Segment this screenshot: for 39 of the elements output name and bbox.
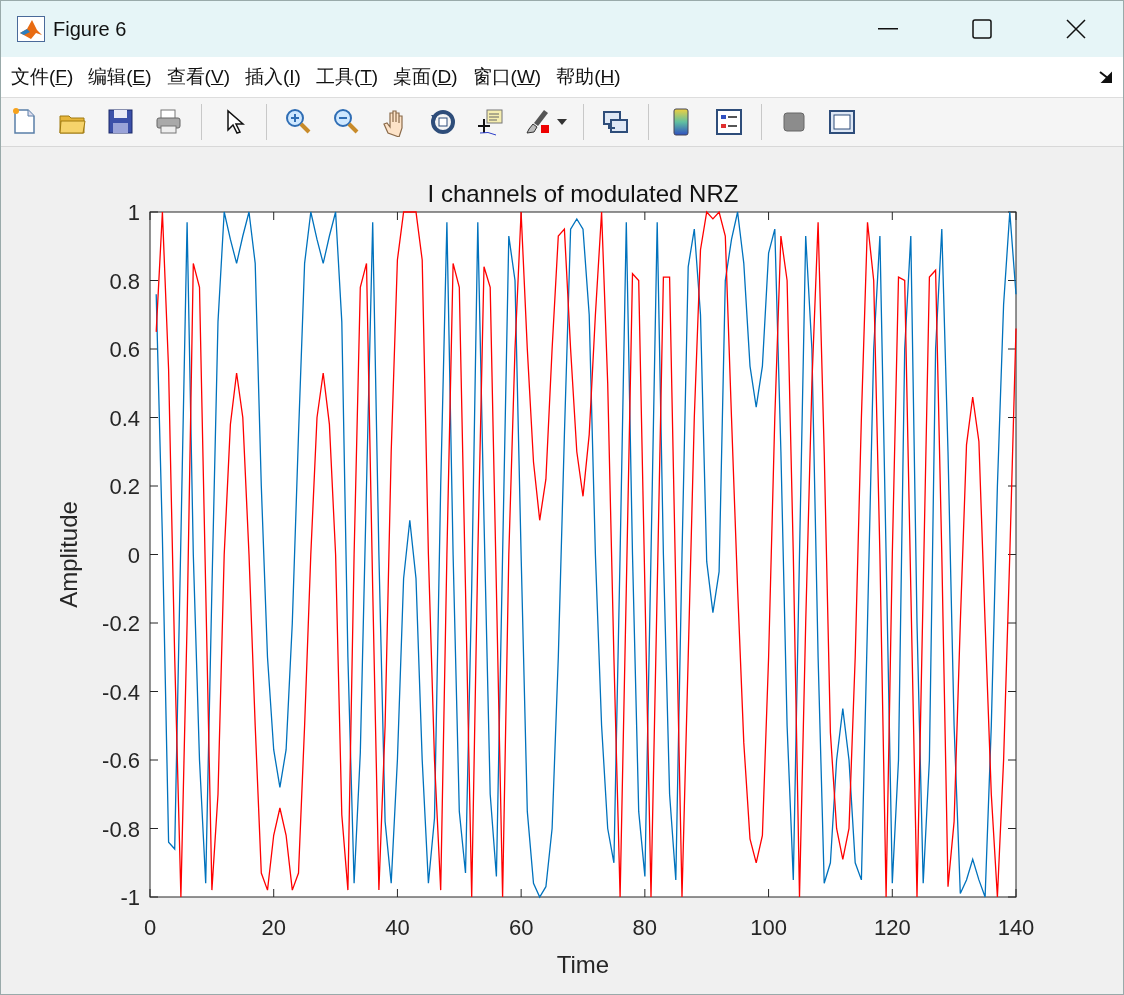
tick-label: -0.4 (102, 679, 140, 705)
maximize-icon (972, 19, 992, 39)
tick-label: 0 (127, 542, 140, 568)
close-icon (1066, 19, 1086, 39)
menu-item[interactable]: 窗口(W) (472, 64, 542, 91)
tick-label: 1 (127, 200, 140, 225)
menu-item[interactable]: 文件(F) (11, 64, 74, 91)
tick-label: 120 (873, 915, 911, 940)
tick-label: -0.2 (102, 611, 140, 636)
chart-title: I channels of modulated NRZ (427, 180, 739, 207)
app-logo-icon (17, 16, 45, 42)
tick-label: 0.4 (109, 405, 140, 431)
tick-label: -0.8 (102, 816, 140, 842)
axis-label: Amplitude (55, 501, 82, 608)
minimize-icon (878, 28, 898, 30)
tick-label: 80 (632, 915, 658, 940)
tick-label: 60 (508, 915, 534, 940)
tick-label: 0 (143, 915, 157, 940)
tick-label: 40 (385, 915, 410, 940)
caret-icon[interactable] (557, 119, 567, 126)
legend-icon (714, 107, 744, 138)
tick-label: 140 (997, 915, 1035, 940)
menu-item[interactable]: 帮助(H) (556, 64, 621, 91)
tick-label: 20 (261, 915, 286, 940)
data-cursor-icon (476, 107, 506, 138)
menu-item[interactable]: 编辑(E) (88, 64, 152, 91)
axis-label: Time (556, 951, 610, 978)
menu-item[interactable]: 插入(I) (244, 64, 301, 91)
tick-label: 0.2 (109, 474, 140, 499)
tick-label: 100 (750, 915, 787, 940)
tick-label: 0.6 (109, 337, 140, 362)
tick-label: 0.8 (109, 268, 140, 294)
tick-label: -0.6 (102, 748, 140, 773)
menu-item[interactable]: 查看(V) (166, 64, 230, 91)
menu-item[interactable]: 桌面(D) (393, 64, 458, 91)
tick-label: -1 (120, 885, 140, 910)
dock-arrow-icon[interactable] (1099, 71, 1113, 84)
menu-item[interactable]: 工具(T) (315, 64, 379, 91)
window-title: Figure 6 (53, 17, 128, 41)
